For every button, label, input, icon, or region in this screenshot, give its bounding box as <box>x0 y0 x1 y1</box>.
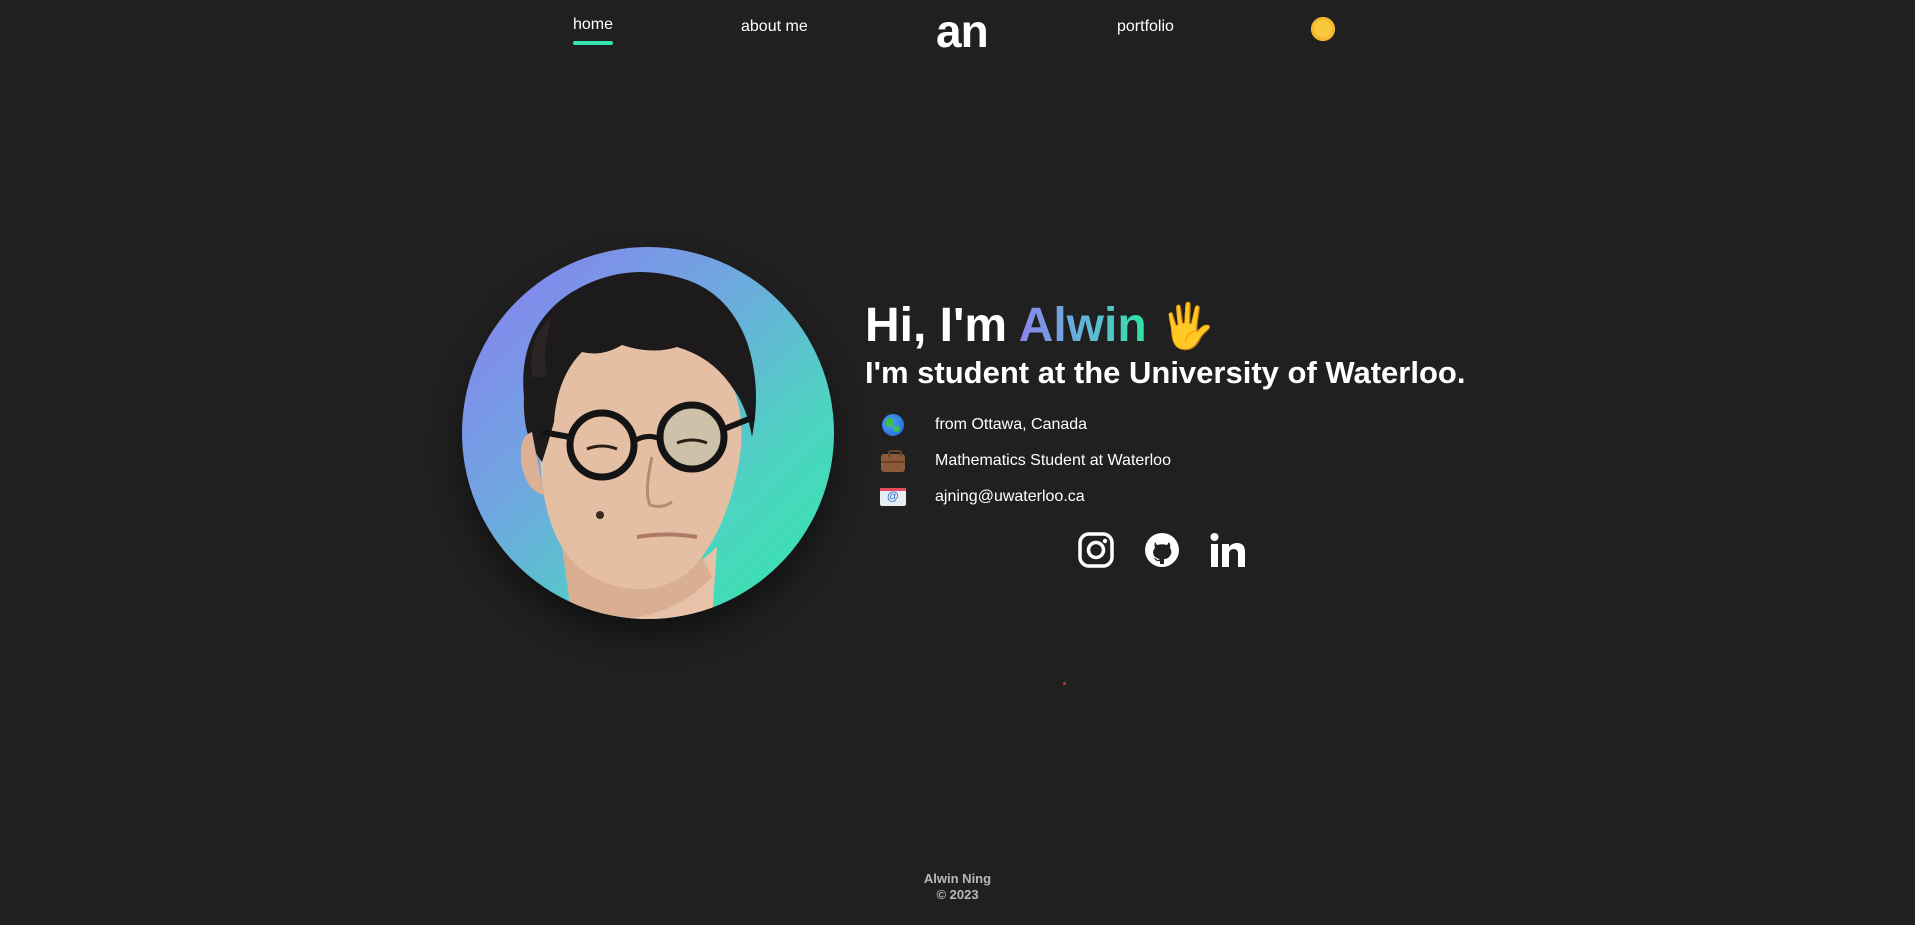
info-email: ajning@uwaterloo.ca <box>880 482 1085 512</box>
footer-copyright: © 2023 <box>936 887 979 902</box>
github-icon[interactable] <box>1143 531 1181 569</box>
hero-subtitle: I'm student at the University of Waterlo… <box>865 355 1466 390</box>
linkedin-icon[interactable] <box>1209 531 1247 569</box>
briefcase-icon <box>880 449 906 472</box>
greeting-prefix: Hi, I'm <box>865 299 1008 352</box>
nav-home-label: home <box>573 16 614 33</box>
email-text[interactable]: ajning@uwaterloo.ca <box>935 488 1085 506</box>
wave-emoji: 🖐 <box>1160 302 1215 351</box>
site-logo[interactable]: an <box>936 4 989 58</box>
info-occupation: Mathematics Student at Waterloo <box>880 446 1171 476</box>
portrait-illustration <box>520 272 756 619</box>
page: home about me an portfolio Hi, I'm Alwin… <box>0 0 1915 925</box>
active-underline <box>573 41 613 45</box>
hero-greeting: Hi, I'm Alwin 🖐 <box>865 298 1215 353</box>
info-location: from Ottawa, Canada <box>880 410 1087 440</box>
footer-name: Alwin Ning <box>923 871 992 886</box>
globe-icon <box>880 414 906 436</box>
nav-about-link[interactable]: about me <box>741 18 808 36</box>
cursor-dot <box>1063 682 1066 685</box>
greeting-name: Alwin <box>1018 299 1147 352</box>
email-icon <box>880 486 906 508</box>
nav-portfolio-link[interactable]: portfolio <box>1117 18 1174 36</box>
occupation-text: Mathematics Student at Waterloo <box>935 452 1171 469</box>
location-text: from Ottawa, Canada <box>935 416 1088 433</box>
profile-photo <box>462 247 834 619</box>
instagram-icon[interactable] <box>1077 531 1115 569</box>
nav-home-link[interactable]: home <box>573 16 614 45</box>
sun-icon[interactable] <box>1311 17 1335 41</box>
